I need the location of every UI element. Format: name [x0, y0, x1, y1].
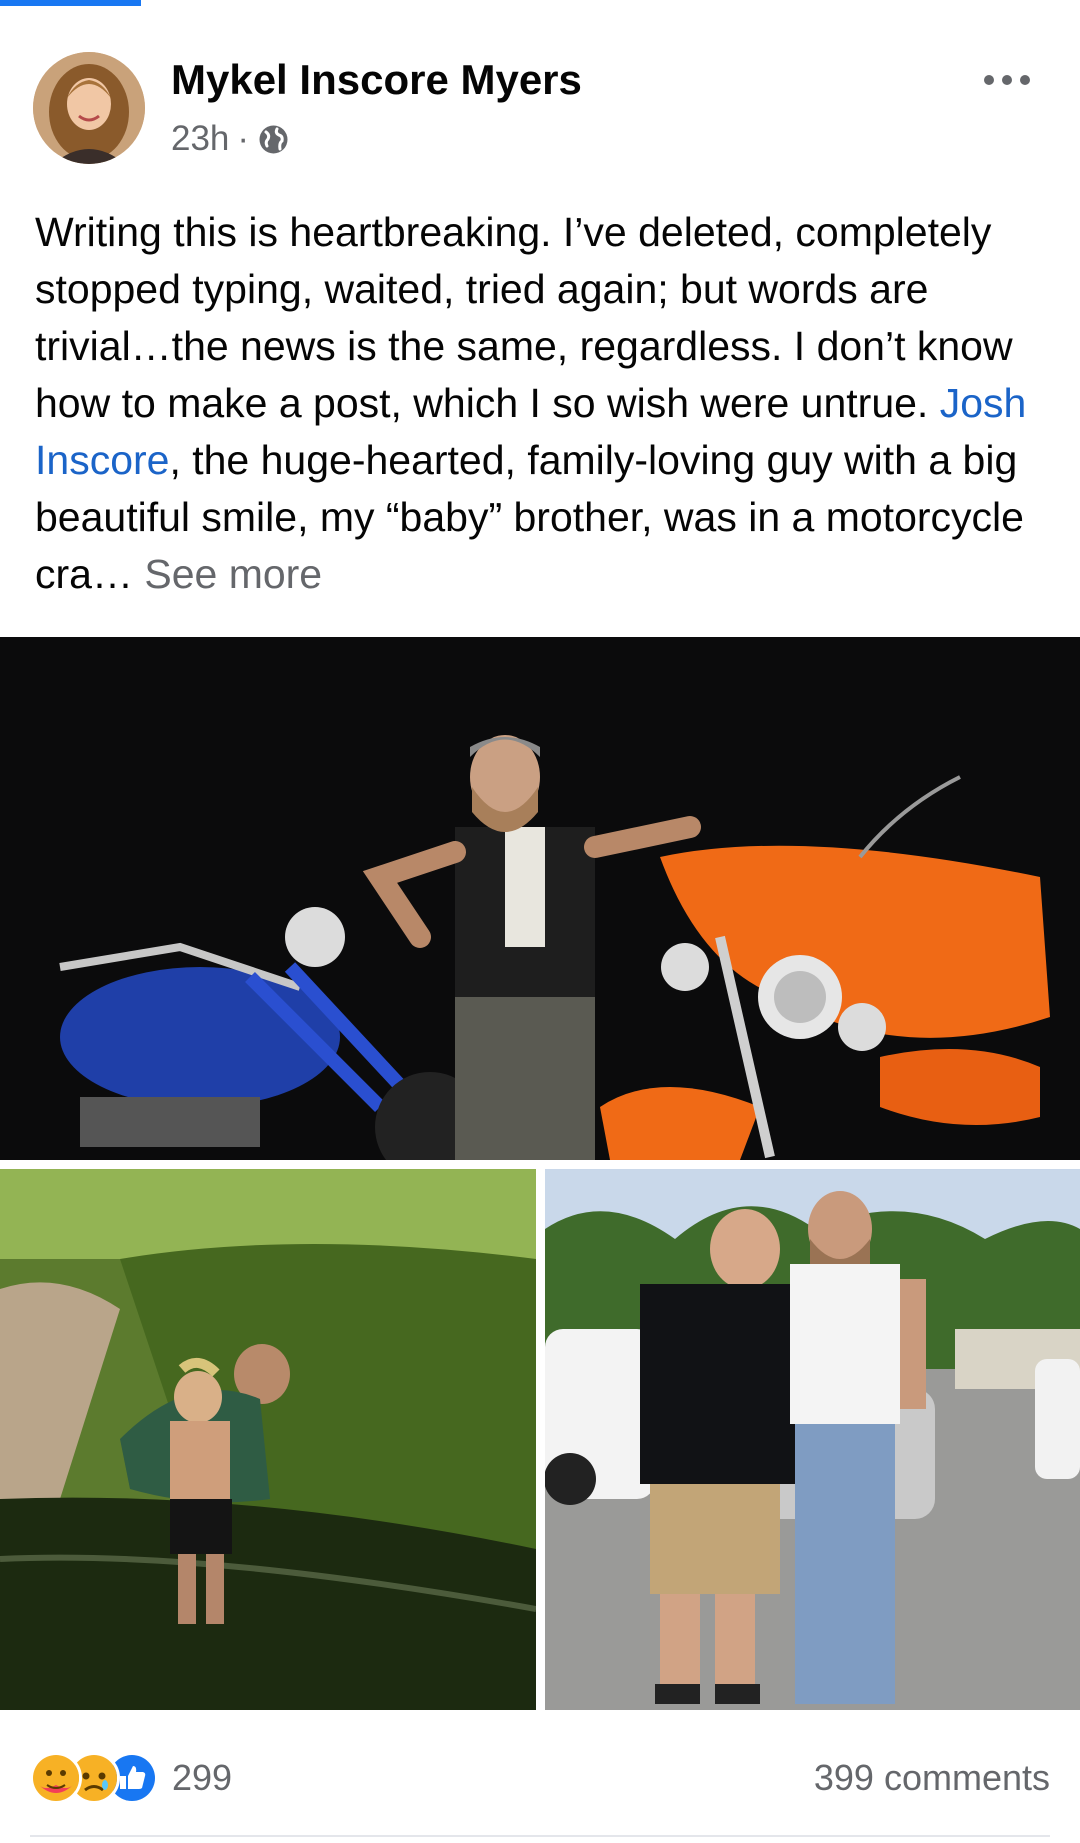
footer-divider — [30, 1835, 1050, 1837]
photo-motorcycles[interactable] — [0, 637, 1080, 1160]
active-tab-indicator — [0, 0, 141, 6]
see-more-link[interactable]: See more — [144, 551, 322, 597]
photo-creek[interactable] — [0, 1169, 536, 1710]
reactions-summary[interactable]: 299 — [30, 1750, 232, 1806]
post-text-part-1: Writing this is heartbreaking. I’ve dele… — [35, 209, 1013, 426]
author-name[interactable]: Mykel Inscore Myers — [171, 52, 582, 108]
comments-count[interactable]: 399 comments — [814, 1750, 1050, 1806]
more-horizontal-icon[interactable] — [977, 60, 1037, 100]
post-text: Writing this is heartbreaking. I’ve dele… — [35, 204, 1055, 603]
post-meta: 23h · — [171, 114, 290, 164]
reaction-count: 299 — [172, 1757, 233, 1798]
post-footer: 299 399 comments — [30, 1750, 1050, 1806]
post-time[interactable]: 23h — [171, 119, 229, 159]
globe-icon[interactable] — [257, 123, 290, 156]
post-header: Mykel Inscore Myers 23h · — [33, 52, 1047, 167]
meta-separator: · — [237, 119, 250, 158]
photo-two-men[interactable] — [545, 1169, 1080, 1710]
photo-grid — [0, 637, 1080, 1710]
avatar[interactable] — [33, 52, 145, 164]
care-icon — [30, 1752, 82, 1804]
